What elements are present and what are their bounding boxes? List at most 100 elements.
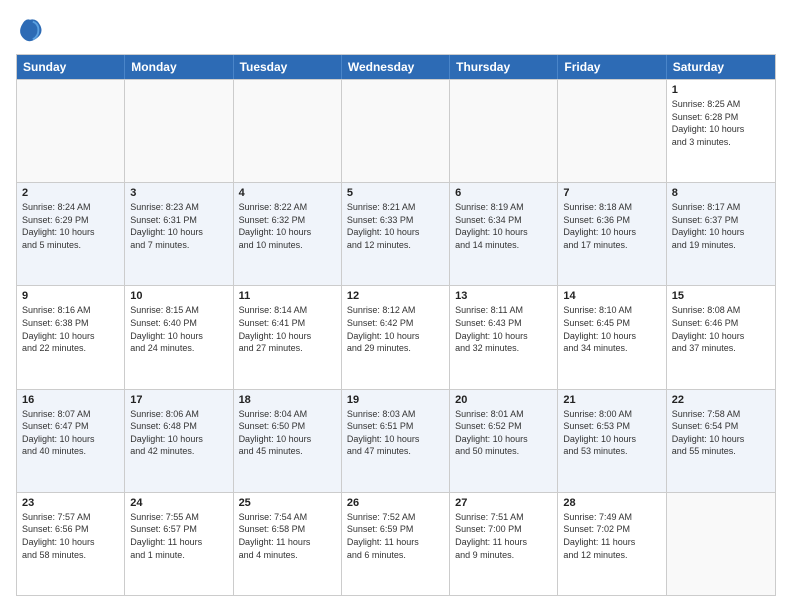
day-info: Sunrise: 7:58 AM Sunset: 6:54 PM Dayligh… bbox=[672, 408, 770, 458]
day-number: 28 bbox=[563, 497, 660, 509]
cal-cell: 2 Sunrise: 8:24 AM Sunset: 6:29 PM Daylig… bbox=[17, 183, 125, 285]
cal-cell: 24 Sunrise: 7:55 AM Sunset: 6:57 PM Dayli… bbox=[125, 493, 233, 595]
day-info: Sunrise: 8:06 AM Sunset: 6:48 PM Dayligh… bbox=[130, 408, 227, 458]
day-number: 27 bbox=[455, 497, 552, 509]
cal-cell: 1 Sunrise: 8:25 AM Sunset: 6:28 PM Daylig… bbox=[667, 80, 775, 182]
week-row-2: 2 Sunrise: 8:24 AM Sunset: 6:29 PM Daylig… bbox=[17, 182, 775, 285]
header-day-wednesday: Wednesday bbox=[342, 55, 450, 79]
cal-cell: 23 Sunrise: 7:57 AM Sunset: 6:56 PM Dayli… bbox=[17, 493, 125, 595]
week-row-4: 16Sunrise: 8:07 AM Sunset: 6:47 PM Dayli… bbox=[17, 389, 775, 492]
cal-cell: 9 Sunrise: 8:16 AM Sunset: 6:38 PM Daylig… bbox=[17, 286, 125, 388]
day-number: 9 bbox=[22, 290, 119, 302]
day-number: 7 bbox=[563, 187, 660, 199]
cal-cell: 17 Sunrise: 8:06 AM Sunset: 6:48 PM Dayli… bbox=[125, 390, 233, 492]
day-info: Sunrise: 8:19 AM Sunset: 6:34 PM Dayligh… bbox=[455, 201, 552, 251]
day-info: Sunrise: 8:24 AM Sunset: 6:29 PM Dayligh… bbox=[22, 201, 119, 251]
day-number: 25 bbox=[239, 497, 336, 509]
header-day-monday: Monday bbox=[125, 55, 233, 79]
day-number: 1 bbox=[672, 84, 770, 96]
cal-cell: 5 Sunrise: 8:21 AM Sunset: 6:33 PM Daylig… bbox=[342, 183, 450, 285]
logo-icon bbox=[16, 16, 44, 44]
day-info: Sunrise: 7:57 AM Sunset: 6:56 PM Dayligh… bbox=[22, 511, 119, 561]
day-info: Sunrise: 8:15 AM Sunset: 6:40 PM Dayligh… bbox=[130, 304, 227, 354]
cal-cell bbox=[667, 493, 775, 595]
day-info: Sunrise: 7:49 AM Sunset: 7:02 PM Dayligh… bbox=[563, 511, 660, 561]
day-number: 15 bbox=[672, 290, 770, 302]
header-day-sunday: Sunday bbox=[17, 55, 125, 79]
day-number: 2 bbox=[22, 187, 119, 199]
day-info: Sunrise: 8:25 AM Sunset: 6:28 PM Dayligh… bbox=[672, 98, 770, 148]
cal-cell: 21Sunrise: 8:00 AM Sunset: 6:53 PM Dayli… bbox=[558, 390, 666, 492]
day-number: 11 bbox=[239, 290, 336, 302]
cal-cell: 28 Sunrise: 7:49 AM Sunset: 7:02 PM Dayli… bbox=[558, 493, 666, 595]
day-info: Sunrise: 8:22 AM Sunset: 6:32 PM Dayligh… bbox=[239, 201, 336, 251]
day-number: 23 bbox=[22, 497, 119, 509]
day-info: Sunrise: 8:07 AM Sunset: 6:47 PM Dayligh… bbox=[22, 408, 119, 458]
day-info: Sunrise: 7:51 AM Sunset: 7:00 PM Dayligh… bbox=[455, 511, 552, 561]
cal-cell: 8 Sunrise: 8:17 AM Sunset: 6:37 PM Daylig… bbox=[667, 183, 775, 285]
day-info: Sunrise: 8:21 AM Sunset: 6:33 PM Dayligh… bbox=[347, 201, 444, 251]
cal-cell: 3 Sunrise: 8:23 AM Sunset: 6:31 PM Daylig… bbox=[125, 183, 233, 285]
cal-cell: 19 Sunrise: 8:03 AM Sunset: 6:51 PM Dayli… bbox=[342, 390, 450, 492]
week-row-3: 9 Sunrise: 8:16 AM Sunset: 6:38 PM Daylig… bbox=[17, 285, 775, 388]
page: SundayMondayTuesdayWednesdayThursdayFrid… bbox=[0, 0, 792, 612]
day-number: 22 bbox=[672, 394, 770, 406]
day-number: 12 bbox=[347, 290, 444, 302]
cal-cell bbox=[234, 80, 342, 182]
day-number: 13 bbox=[455, 290, 552, 302]
day-info: Sunrise: 8:16 AM Sunset: 6:38 PM Dayligh… bbox=[22, 304, 119, 354]
cal-cell bbox=[342, 80, 450, 182]
day-info: Sunrise: 8:01 AM Sunset: 6:52 PM Dayligh… bbox=[455, 408, 552, 458]
day-info: Sunrise: 7:55 AM Sunset: 6:57 PM Dayligh… bbox=[130, 511, 227, 561]
cal-cell: 6 Sunrise: 8:19 AM Sunset: 6:34 PM Daylig… bbox=[450, 183, 558, 285]
day-number: 8 bbox=[672, 187, 770, 199]
cal-cell: 15 Sunrise: 8:08 AM Sunset: 6:46 PM Dayli… bbox=[667, 286, 775, 388]
header-day-saturday: Saturday bbox=[667, 55, 775, 79]
day-number: 4 bbox=[239, 187, 336, 199]
day-number: 3 bbox=[130, 187, 227, 199]
day-number: 17 bbox=[130, 394, 227, 406]
cal-cell: 18Sunrise: 8:04 AM Sunset: 6:50 PM Dayli… bbox=[234, 390, 342, 492]
cal-cell bbox=[558, 80, 666, 182]
day-info: Sunrise: 8:23 AM Sunset: 6:31 PM Dayligh… bbox=[130, 201, 227, 251]
header bbox=[16, 16, 776, 44]
header-day-thursday: Thursday bbox=[450, 55, 558, 79]
day-info: Sunrise: 8:18 AM Sunset: 6:36 PM Dayligh… bbox=[563, 201, 660, 251]
day-info: Sunrise: 8:10 AM Sunset: 6:45 PM Dayligh… bbox=[563, 304, 660, 354]
day-info: Sunrise: 7:52 AM Sunset: 6:59 PM Dayligh… bbox=[347, 511, 444, 561]
day-number: 6 bbox=[455, 187, 552, 199]
header-day-tuesday: Tuesday bbox=[234, 55, 342, 79]
cal-cell: 27 Sunrise: 7:51 AM Sunset: 7:00 PM Dayli… bbox=[450, 493, 558, 595]
cal-cell: 11Sunrise: 8:14 AM Sunset: 6:41 PM Dayli… bbox=[234, 286, 342, 388]
cal-cell: 10 Sunrise: 8:15 AM Sunset: 6:40 PM Dayli… bbox=[125, 286, 233, 388]
day-number: 19 bbox=[347, 394, 444, 406]
calendar-body: 1 Sunrise: 8:25 AM Sunset: 6:28 PM Daylig… bbox=[17, 79, 775, 595]
day-info: Sunrise: 8:12 AM Sunset: 6:42 PM Dayligh… bbox=[347, 304, 444, 354]
day-number: 5 bbox=[347, 187, 444, 199]
cal-cell: 12 Sunrise: 8:12 AM Sunset: 6:42 PM Dayli… bbox=[342, 286, 450, 388]
week-row-1: 1 Sunrise: 8:25 AM Sunset: 6:28 PM Daylig… bbox=[17, 79, 775, 182]
cal-cell: 7 Sunrise: 8:18 AM Sunset: 6:36 PM Daylig… bbox=[558, 183, 666, 285]
cal-cell bbox=[17, 80, 125, 182]
day-info: Sunrise: 8:03 AM Sunset: 6:51 PM Dayligh… bbox=[347, 408, 444, 458]
day-info: Sunrise: 8:11 AM Sunset: 6:43 PM Dayligh… bbox=[455, 304, 552, 354]
day-number: 26 bbox=[347, 497, 444, 509]
calendar-header: SundayMondayTuesdayWednesdayThursdayFrid… bbox=[17, 55, 775, 79]
day-number: 24 bbox=[130, 497, 227, 509]
cal-cell: 16Sunrise: 8:07 AM Sunset: 6:47 PM Dayli… bbox=[17, 390, 125, 492]
cal-cell: 25Sunrise: 7:54 AM Sunset: 6:58 PM Dayli… bbox=[234, 493, 342, 595]
day-info: Sunrise: 8:08 AM Sunset: 6:46 PM Dayligh… bbox=[672, 304, 770, 354]
day-info: Sunrise: 8:17 AM Sunset: 6:37 PM Dayligh… bbox=[672, 201, 770, 251]
cal-cell: 13 Sunrise: 8:11 AM Sunset: 6:43 PM Dayli… bbox=[450, 286, 558, 388]
day-number: 10 bbox=[130, 290, 227, 302]
cal-cell bbox=[450, 80, 558, 182]
logo bbox=[16, 16, 48, 44]
cal-cell: 22 Sunrise: 7:58 AM Sunset: 6:54 PM Dayli… bbox=[667, 390, 775, 492]
day-number: 18 bbox=[239, 394, 336, 406]
cal-cell: 14Sunrise: 8:10 AM Sunset: 6:45 PM Dayli… bbox=[558, 286, 666, 388]
cal-cell: 4 Sunrise: 8:22 AM Sunset: 6:32 PM Daylig… bbox=[234, 183, 342, 285]
header-day-friday: Friday bbox=[558, 55, 666, 79]
day-number: 20 bbox=[455, 394, 552, 406]
cal-cell: 20 Sunrise: 8:01 AM Sunset: 6:52 PM Dayli… bbox=[450, 390, 558, 492]
week-row-5: 23 Sunrise: 7:57 AM Sunset: 6:56 PM Dayli… bbox=[17, 492, 775, 595]
